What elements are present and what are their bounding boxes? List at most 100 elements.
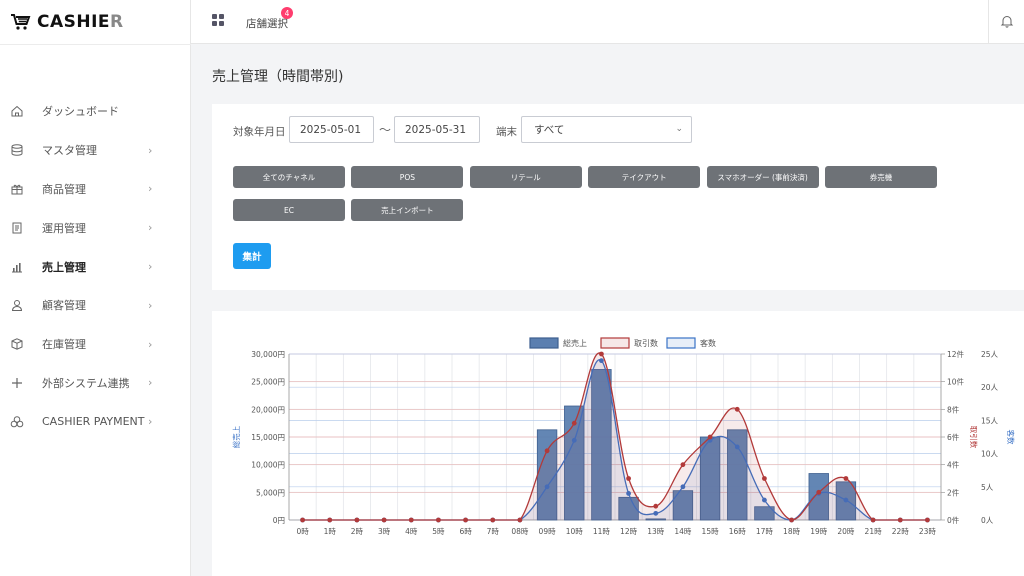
y-right1-axis-title: 取引数: [969, 426, 979, 449]
series-transactions-point: [707, 434, 713, 440]
sidebar-item-label: 外部システム連携: [42, 376, 130, 390]
sidebar-item-3[interactable]: 商品管理 ›: [0, 170, 191, 209]
sidebar-item-2[interactable]: マスタ管理 ›: [0, 131, 191, 170]
x-tick-label: 18時: [783, 527, 801, 536]
sidebar-item-label: 運用管理: [42, 221, 86, 235]
date-to-input[interactable]: 2025-05-31: [394, 116, 480, 143]
legend-label: 総売上: [563, 338, 587, 348]
sidebar: CASHIER ダッシュボード マスタ管理 › 商品管理 › 運用管理 › 売上管理 › 顧客管理…: [0, 0, 191, 576]
chevron-right-icon: ›: [148, 143, 153, 157]
terminal-label: 端末: [496, 126, 517, 138]
sidebar-item-label: 売上管理: [42, 260, 86, 274]
series-transactions-point: [843, 476, 849, 481]
database-icon: [10, 143, 24, 157]
y-right1-tick-label: 0件: [947, 515, 960, 525]
sidebar-item-4[interactable]: 運用管理 ›: [0, 208, 191, 247]
series-transactions-point: [381, 517, 387, 523]
y-left-tick-label: 25,000円: [251, 378, 285, 387]
channel-button-4[interactable]: テイクアウト: [588, 166, 701, 188]
bell-icon[interactable]: [1000, 14, 1014, 28]
sidebar-item-7[interactable]: 在庫管理 ›: [0, 325, 191, 364]
legend-label: 客数: [700, 338, 716, 348]
x-tick-label: 19時: [810, 527, 828, 536]
chevron-right-icon: ›: [148, 415, 153, 429]
y-right1-tick-label: 10件: [947, 377, 965, 387]
terminal-select[interactable]: すべて ⌄: [521, 116, 692, 143]
channel-button-7[interactable]: EC: [233, 199, 345, 221]
store-select-link[interactable]: 店舗選択: [246, 16, 288, 31]
x-tick-label: 1時: [324, 527, 337, 536]
series-transactions-point: [762, 476, 767, 481]
series-transactions-point: [490, 517, 496, 523]
series-transactions-point: [463, 517, 468, 523]
sidebar-item-5[interactable]: 売上管理 ›: [0, 247, 191, 286]
y-left-tick-label: 10,000円: [251, 461, 285, 470]
y-right1-tick-label: 2件: [947, 487, 960, 497]
series-transactions-point: [870, 517, 876, 523]
chevron-right-icon: ›: [148, 337, 153, 351]
y-left-tick-label: 5,000円: [256, 488, 285, 497]
x-tick-label: 0時: [296, 527, 309, 536]
box-icon: [10, 337, 24, 351]
sidebar-item-6[interactable]: 顧客管理 ›: [0, 286, 191, 325]
sidebar-divider: [0, 44, 191, 45]
chevron-right-icon: ›: [148, 221, 153, 235]
y-left-tick-label: 20,000円: [251, 405, 285, 414]
x-tick-label: 2時: [351, 527, 364, 536]
series-transactions-point: [436, 517, 441, 523]
x-tick-label: 23時: [919, 527, 937, 536]
sidebar-item-label: 商品管理: [42, 182, 86, 196]
period-label: 対象年月日: [233, 126, 286, 138]
channel-button-1[interactable]: 全てのチャネル: [233, 166, 345, 188]
channel-button-2[interactable]: POS: [351, 166, 464, 188]
brand-name: CASHIER: [37, 12, 124, 32]
series-transactions-point: [571, 420, 577, 426]
sidebar-item-1[interactable]: ダッシュボード: [0, 92, 191, 131]
y-right2-tick-label: 15人: [981, 416, 999, 425]
series-transactions-point: [408, 517, 414, 523]
sidebar-item-label: 顧客管理: [42, 299, 86, 313]
y-right2-tick-label: 0人: [981, 516, 994, 525]
cart-icon: [11, 14, 31, 30]
apps-grid-icon[interactable]: [212, 14, 224, 26]
brand-logo[interactable]: CASHIER: [10, 10, 124, 34]
chevron-right-icon: ›: [148, 298, 153, 312]
sidebar-item-8[interactable]: 外部システム連携 ›: [0, 364, 191, 403]
y-right2-tick-label: 10人: [981, 450, 999, 459]
coins-icon: [10, 415, 24, 429]
chevron-right-icon: ›: [148, 376, 153, 390]
chevron-down-icon: ⌄: [675, 124, 683, 134]
x-tick-label: 11時: [593, 527, 611, 536]
series-transactions-point: [626, 476, 631, 481]
y-left-tick-label: 0円: [273, 516, 285, 525]
page-title: 売上管理（時間帯別): [212, 69, 344, 85]
x-tick-label: 21時: [865, 527, 883, 536]
y-right2-axis-title: 客数: [1006, 430, 1016, 445]
channel-button-5[interactable]: スマホオーダー (事前決済): [706, 166, 819, 188]
legend-swatch: [600, 337, 630, 349]
aggregate-button[interactable]: 集計: [233, 243, 271, 269]
x-tick-label: 09時: [539, 527, 557, 536]
series-transactions-point: [816, 489, 822, 495]
series-transactions-point: [599, 351, 604, 357]
series-transactions-point: [789, 517, 794, 523]
channel-button-6[interactable]: 券売機: [825, 166, 937, 188]
date-from-input[interactable]: 2025-05-01: [289, 116, 374, 143]
bar-chart-icon: [10, 260, 24, 274]
series-transactions-point: [354, 517, 360, 523]
series-transactions-point: [734, 406, 740, 412]
y-right1-tick-label: 6件: [947, 432, 960, 442]
sidebar-item-9[interactable]: CASHIER PAYMENT ›: [0, 402, 191, 441]
x-tick-label: 17時: [756, 527, 774, 536]
channel-button-8[interactable]: 売上インポート: [351, 199, 464, 221]
x-tick-label: 3時: [378, 527, 391, 536]
chevron-right-icon: ›: [148, 260, 153, 274]
x-tick-label: 14時: [674, 527, 692, 536]
topbar: 店舗選択 4: [191, 0, 1024, 44]
series-transactions-point: [897, 517, 903, 523]
channel-button-3[interactable]: リテール: [469, 166, 582, 188]
x-tick-label: 20時: [837, 527, 855, 536]
x-tick-label: 22時: [892, 527, 910, 536]
x-tick-label: 16時: [729, 527, 747, 536]
terminal-select-value: すべて: [534, 124, 565, 136]
